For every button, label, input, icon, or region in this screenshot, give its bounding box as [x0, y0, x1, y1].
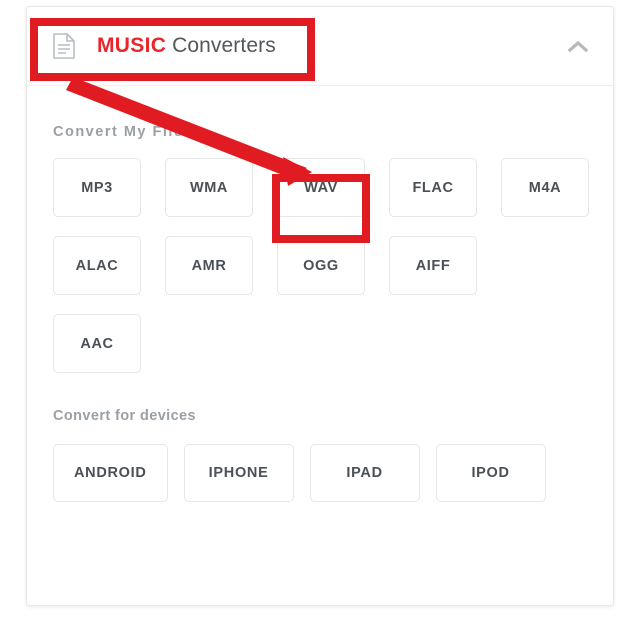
format-button-alac[interactable]: ALAC — [53, 236, 141, 295]
format-button-wma[interactable]: WMA — [165, 158, 253, 217]
card-body: Convert My File To MP3 WMA WAV FLAC M4A … — [27, 86, 613, 502]
format-button-aac[interactable]: AAC — [53, 314, 141, 373]
format-button-ogg[interactable]: OGG — [277, 236, 365, 295]
device-row-1: ANDROID IPHONE IPAD IPOD — [53, 444, 587, 502]
music-converters-card: MUSIC Converters Convert My File To MP3 … — [26, 6, 614, 606]
brand-label: MUSIC — [97, 34, 167, 57]
format-button-amr[interactable]: AMR — [165, 236, 253, 295]
chevron-up-icon[interactable] — [567, 39, 589, 53]
page-title: MUSIC Converters — [97, 34, 276, 58]
card-header-left: MUSIC Converters — [53, 33, 567, 59]
format-button-wav[interactable]: WAV — [277, 158, 365, 217]
document-icon — [53, 33, 75, 59]
device-button-ipod[interactable]: IPOD — [435, 444, 546, 502]
format-row-3: AAC — [53, 314, 587, 373]
title-suffix: Converters — [166, 34, 276, 57]
format-button-flac[interactable]: FLAC — [389, 158, 477, 217]
format-button-aiff[interactable]: AIFF — [389, 236, 477, 295]
device-button-iphone[interactable]: IPHONE — [183, 444, 294, 502]
format-row-2: ALAC AMR OGG AIFF — [53, 236, 587, 295]
card-header[interactable]: MUSIC Converters — [27, 7, 613, 86]
device-button-android[interactable]: ANDROID — [53, 444, 168, 502]
format-button-mp3[interactable]: MP3 — [53, 158, 141, 217]
section-label-convert-file: Convert My File To — [53, 124, 209, 140]
format-row-1: MP3 WMA WAV FLAC M4A — [53, 158, 589, 217]
format-button-m4a[interactable]: M4A — [501, 158, 589, 217]
section-label-convert-devices: Convert for devices — [53, 408, 196, 424]
device-button-ipad[interactable]: IPAD — [309, 444, 420, 502]
